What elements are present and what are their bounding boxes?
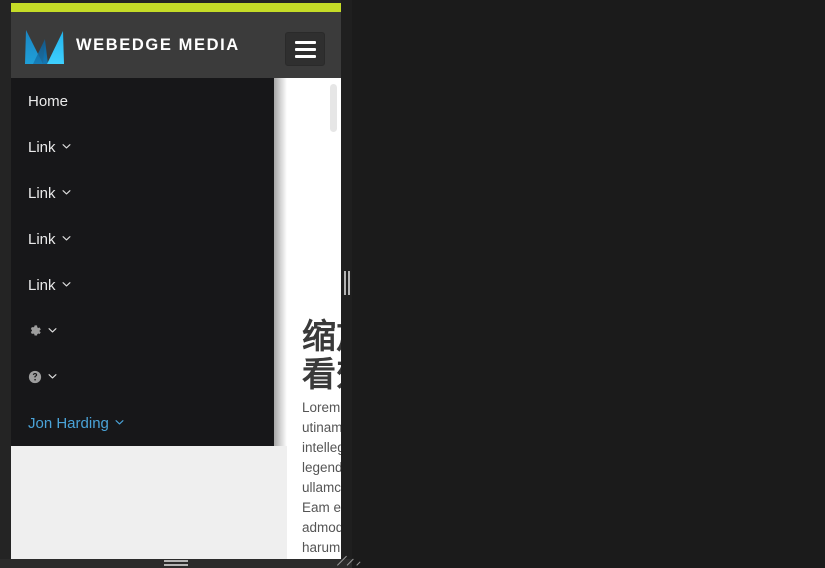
nav-item-settings[interactable] bbox=[11, 308, 274, 354]
nav-item-link-2[interactable]: Link bbox=[11, 170, 274, 216]
chevron-down-icon bbox=[62, 234, 71, 243]
page-lower-fill bbox=[11, 446, 287, 559]
hamburger-bar-2 bbox=[294, 47, 316, 51]
chevron-down-icon bbox=[62, 280, 71, 289]
resize-grip-bar bbox=[343, 271, 346, 295]
chevron-down-icon bbox=[48, 372, 57, 381]
main-navigation-panel: Home Link Link Link Link Jon Harding bbox=[11, 78, 274, 446]
resize-handle-vertical[interactable] bbox=[163, 558, 189, 567]
page-scrollbar[interactable] bbox=[330, 84, 337, 549]
chevron-down-icon bbox=[62, 188, 71, 197]
chevron-down-icon bbox=[115, 418, 124, 427]
webedge-mountain-logo-icon bbox=[25, 26, 65, 64]
site-header: WEBEDGE MEDIA bbox=[11, 12, 341, 78]
resize-grip-bar bbox=[347, 271, 350, 295]
nav-item-link-3[interactable]: Link bbox=[11, 216, 274, 262]
device-viewport: 缩放以 看效果 Lorem ipsum dolor sit amet, sed … bbox=[11, 3, 341, 559]
nav-item-label: Jon Harding bbox=[28, 414, 109, 432]
nav-item-user-account[interactable]: Jon Harding bbox=[11, 400, 274, 446]
corner-grip-line bbox=[337, 555, 347, 566]
nav-item-label: Link bbox=[28, 138, 56, 156]
chevron-down-icon bbox=[62, 142, 71, 151]
page-scrollbar-thumb[interactable] bbox=[330, 84, 337, 132]
help-circle-icon bbox=[28, 370, 42, 384]
resize-grip-bar bbox=[164, 559, 188, 562]
nav-item-label: Link bbox=[28, 184, 56, 202]
brand-link[interactable]: WEBEDGE MEDIA bbox=[25, 23, 240, 67]
brand-name: WEBEDGE MEDIA bbox=[76, 35, 240, 54]
frame-edge-left bbox=[0, 0, 11, 568]
nav-item-label: Link bbox=[28, 230, 56, 248]
nav-item-label: Link bbox=[28, 276, 56, 294]
hamburger-bar-3 bbox=[294, 54, 316, 58]
hamburger-menu-icon[interactable] bbox=[285, 32, 325, 66]
gear-icon bbox=[28, 324, 42, 338]
resize-handle-horizontal[interactable] bbox=[342, 270, 351, 296]
nav-item-help[interactable] bbox=[11, 354, 274, 400]
chevron-down-icon bbox=[48, 326, 57, 335]
resize-handle-corner[interactable] bbox=[336, 553, 361, 568]
frame-edge-top bbox=[0, 0, 352, 3]
responsive-device-frame: 缩放以 看效果 Lorem ipsum dolor sit amet, sed … bbox=[0, 0, 352, 568]
accent-bar bbox=[11, 3, 341, 12]
hamburger-bar-1 bbox=[294, 40, 316, 44]
nav-item-home[interactable]: Home bbox=[11, 78, 274, 124]
resize-grip-bar bbox=[164, 563, 188, 566]
nav-item-link-4[interactable]: Link bbox=[11, 262, 274, 308]
nav-item-link-1[interactable]: Link bbox=[11, 124, 274, 170]
nav-item-label: Home bbox=[28, 92, 69, 110]
